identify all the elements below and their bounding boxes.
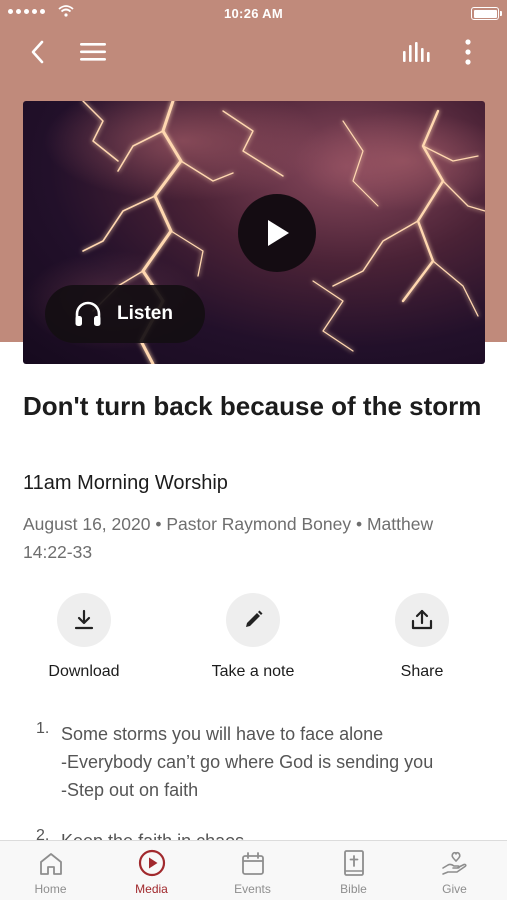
tab-label: Events (234, 882, 271, 896)
take-note-button[interactable]: Take a note (178, 593, 328, 681)
note-number: 2. (36, 827, 50, 840)
home-icon (39, 853, 62, 875)
play-button[interactable] (238, 194, 316, 272)
sermon-title: Don't turn back because of the storm (23, 391, 482, 421)
share-button[interactable]: Share (347, 593, 497, 681)
more-button[interactable] (456, 32, 480, 72)
give-icon (441, 851, 467, 875)
tab-media[interactable]: Media (101, 841, 202, 900)
battery-icon (471, 7, 502, 20)
play-circle-icon (138, 849, 165, 877)
share-label: Share (400, 663, 444, 680)
sermon-media-thumbnail: Listen (23, 101, 485, 364)
take-note-label: Take a note (211, 663, 295, 680)
chevron-left-icon (31, 40, 44, 64)
tab-events[interactable]: Events (202, 841, 303, 900)
sermon-meta: August 16, 2020 • Pastor Raymond Boney •… (23, 514, 434, 562)
pencil-icon (246, 610, 263, 627)
status-time: 10:26 AM (224, 6, 283, 21)
back-button[interactable] (22, 32, 54, 72)
bible-icon (343, 850, 364, 876)
headphones-icon (75, 301, 101, 326)
menu-button[interactable] (76, 32, 110, 72)
download-button[interactable]: Download (9, 593, 159, 681)
tab-home[interactable]: Home (0, 841, 101, 900)
audio-bars-icon (403, 42, 430, 62)
tab-label: Home (34, 882, 67, 896)
vertical-dots-icon (465, 39, 471, 65)
tab-label: Bible (340, 882, 367, 896)
tab-label: Give (442, 882, 467, 896)
note-line: Some storms you will have to face alone (61, 724, 384, 744)
note-line: Keep the faith in chaos (61, 827, 244, 840)
note-line: -Everybody can’t go where God is sending… (61, 752, 434, 772)
sermon-notes: 1. Some storms you will have to face alo… (0, 718, 507, 840)
listen-button[interactable]: Listen (45, 285, 205, 343)
tab-give[interactable]: Give (404, 841, 505, 900)
tab-label: Media (135, 882, 168, 896)
audio-button[interactable] (396, 32, 436, 72)
status-bar: 10:26 AM (0, 0, 507, 28)
service-name: 11am Morning Worship (23, 472, 228, 494)
listen-label: Listen (117, 303, 173, 324)
calendar-icon (241, 852, 264, 875)
tab-bar: Home Media Events Bible Give (0, 840, 507, 900)
download-label: Download (48, 663, 120, 680)
nav-bar (0, 32, 507, 72)
download-icon (74, 609, 94, 630)
tab-bible[interactable]: Bible (303, 841, 404, 900)
play-icon (268, 220, 289, 246)
share-icon (411, 609, 433, 630)
note-number: 1. (36, 720, 50, 737)
note-line: -Step out on faith (61, 780, 199, 800)
hamburger-menu-icon (80, 43, 106, 61)
